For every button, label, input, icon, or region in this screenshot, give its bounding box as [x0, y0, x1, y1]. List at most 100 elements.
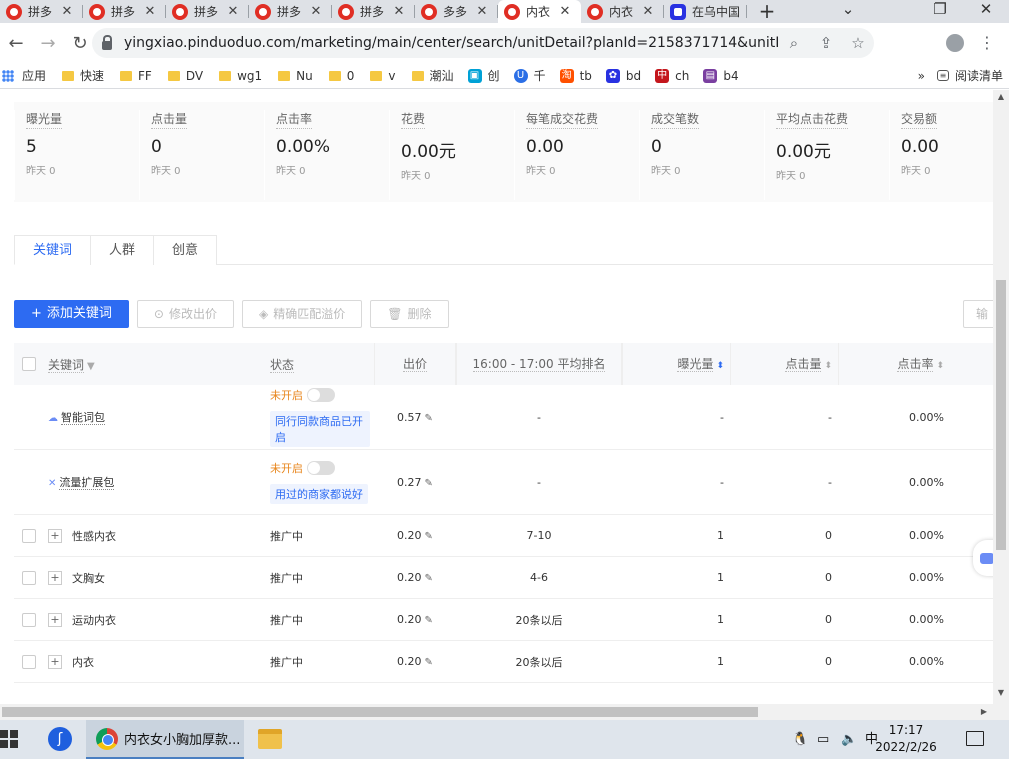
- edit-icon[interactable]: ✎: [425, 478, 433, 489]
- browser-tab[interactable]: 内衣 ✕: [581, 0, 664, 23]
- row-checkbox[interactable]: [22, 528, 36, 543]
- package-toggle[interactable]: [307, 388, 335, 402]
- select-all-checkbox[interactable]: [22, 357, 36, 371]
- sort-impressions[interactable]: 曝光量 ⬍: [622, 343, 730, 385]
- taskbar-chrome[interactable]: 内衣女小胸加厚款...: [86, 720, 244, 759]
- menu-dots-icon[interactable]: ⋮: [974, 30, 1000, 56]
- system-clock[interactable]: 17:17 2022/2/26: [862, 722, 950, 756]
- scroll-thumb[interactable]: [996, 280, 1006, 550]
- tab-search-icon[interactable]: ⌄: [828, 0, 868, 23]
- bid-value: 0.20: [397, 655, 422, 668]
- bookmark-star-icon[interactable]: ☆: [842, 34, 874, 52]
- sort-clicks[interactable]: 点击量 ⬍: [730, 343, 838, 385]
- lock-icon[interactable]: [102, 34, 112, 50]
- bookmark-link[interactable]: ✿ bd: [605, 68, 641, 83]
- bookmark-link[interactable]: ▣ 创: [467, 67, 500, 84]
- expand-icon[interactable]: +: [48, 528, 62, 543]
- package-name[interactable]: 智能词包: [61, 411, 105, 425]
- close-icon[interactable]: ✕: [225, 4, 241, 19]
- package-toggle[interactable]: [307, 461, 335, 475]
- package-name[interactable]: 流量扩展包: [59, 476, 115, 490]
- bookmark-folder[interactable]: 潮汕: [410, 67, 454, 84]
- restore-window-icon[interactable]: ❐: [920, 0, 960, 23]
- browser-tab[interactable]: 拼多 ✕: [332, 0, 415, 23]
- tab-creative[interactable]: 创意: [153, 235, 218, 265]
- file-explorer-icon[interactable]: [258, 729, 282, 749]
- edit-icon[interactable]: ✎: [425, 531, 433, 542]
- expand-icon[interactable]: +: [48, 654, 62, 669]
- bookmark-link[interactable]: ▤ b4: [703, 68, 739, 83]
- tab-audience[interactable]: 人群: [90, 235, 155, 265]
- vertical-scrollbar[interactable]: ▲ ▼: [993, 90, 1009, 704]
- notification-icon[interactable]: [966, 731, 984, 746]
- browser-tab[interactable]: 拼多 ✕: [166, 0, 249, 23]
- close-icon[interactable]: ✕: [474, 4, 490, 19]
- exact-match-bid-button[interactable]: ◈ 精确匹配溢价: [242, 300, 363, 328]
- feishu-icon[interactable]: ʃ: [48, 727, 72, 751]
- tab-keywords[interactable]: 关键词: [14, 235, 92, 265]
- close-icon[interactable]: ✕: [640, 4, 656, 19]
- bookmark-folder[interactable]: FF: [118, 69, 152, 83]
- chat-support-button[interactable]: [973, 540, 993, 576]
- browser-tab[interactable]: 多多 ✕: [415, 0, 498, 23]
- edit-icon[interactable]: ✎: [425, 413, 433, 424]
- row-checkbox[interactable]: [22, 654, 36, 669]
- bookmark-folder[interactable]: DV: [166, 69, 203, 83]
- horizontal-scrollbar[interactable]: ▶: [0, 704, 1009, 720]
- close-icon[interactable]: ✕: [59, 4, 75, 19]
- new-tab-button[interactable]: +: [747, 0, 787, 23]
- volume-icon[interactable]: 🔈: [841, 720, 857, 759]
- close-window-icon[interactable]: ✕: [966, 0, 1006, 23]
- edit-icon[interactable]: ✎: [425, 615, 433, 626]
- edit-icon[interactable]: ✎: [425, 573, 433, 584]
- bookmark-folder[interactable]: Nu: [276, 69, 313, 83]
- folder-icon: [278, 70, 291, 81]
- url-text[interactable]: yingxiao.pinduoduo.com/marketing/main/ce…: [124, 35, 778, 51]
- scroll-up-icon[interactable]: ▲: [993, 92, 1009, 101]
- reading-list[interactable]: ≡ 阅读清单: [936, 67, 1003, 84]
- forward-icon[interactable]: →: [32, 33, 64, 54]
- bookmark-link[interactable]: 中 ch: [655, 68, 689, 83]
- close-icon[interactable]: ✕: [391, 4, 407, 19]
- expand-icon[interactable]: +: [48, 570, 62, 585]
- network-icon[interactable]: ▭: [817, 720, 829, 759]
- bookmark-apps[interactable]: 应用: [0, 67, 46, 84]
- stat-card: 成交笔数 0 昨天 0: [639, 110, 764, 200]
- scroll-thumb[interactable]: [2, 707, 758, 717]
- qq-icon[interactable]: 🐧: [792, 720, 808, 759]
- bookmark-link[interactable]: 淘 tb: [559, 68, 592, 83]
- row-checkbox[interactable]: [22, 570, 36, 585]
- edit-icon[interactable]: ✎: [425, 657, 433, 668]
- pinduoduo-icon: [255, 3, 271, 20]
- close-icon[interactable]: ✕: [308, 4, 324, 19]
- row-checkbox[interactable]: [22, 612, 36, 627]
- sort-ctr[interactable]: 点击率 ⬍: [838, 343, 950, 385]
- browser-tab[interactable]: 在乌中国: [664, 0, 747, 23]
- windows-start-icon[interactable]: [0, 730, 18, 748]
- zoom-icon[interactable]: ⌕: [778, 34, 810, 52]
- export-button[interactable]: 输: [963, 300, 993, 328]
- expand-icon[interactable]: +: [48, 612, 62, 627]
- close-icon[interactable]: ✕: [142, 4, 158, 19]
- scroll-down-icon[interactable]: ▼: [993, 688, 1009, 697]
- scroll-right-icon[interactable]: ▶: [976, 704, 992, 720]
- browser-tab[interactable]: 拼多 ✕: [0, 0, 83, 23]
- modify-bid-button[interactable]: ⊙ 修改出价: [136, 300, 234, 328]
- bookmark-link[interactable]: U千: [513, 67, 546, 84]
- bookmark-folder[interactable]: 快速: [60, 67, 104, 84]
- browser-tab[interactable]: 拼多 ✕: [83, 0, 166, 23]
- bookmark-folder[interactable]: v: [368, 69, 396, 83]
- share-icon[interactable]: ⇪: [810, 34, 842, 52]
- delete-button[interactable]: 🗑 删除: [370, 300, 449, 328]
- address-bar[interactable]: yingxiao.pinduoduo.com/marketing/main/ce…: [92, 28, 874, 58]
- close-icon[interactable]: ✕: [557, 4, 573, 19]
- profile-avatar-icon[interactable]: [942, 30, 968, 56]
- back-icon[interactable]: ←: [0, 33, 32, 54]
- browser-tab[interactable]: 拼多 ✕: [249, 0, 332, 23]
- add-keyword-button[interactable]: + 添加关键词: [14, 300, 129, 328]
- bookmarks-more[interactable]: »: [918, 69, 925, 83]
- bookmark-folder[interactable]: 0: [327, 69, 354, 83]
- bookmark-folder[interactable]: wg1: [217, 69, 262, 83]
- browser-tab-active[interactable]: 内衣 ✕: [498, 0, 581, 23]
- filter-icon[interactable]: ▼: [87, 361, 95, 372]
